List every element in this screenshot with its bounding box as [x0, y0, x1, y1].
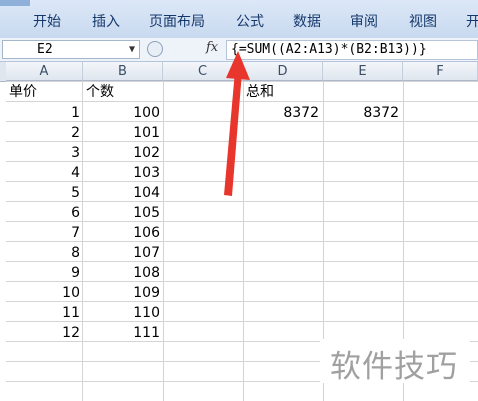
cell-e2[interactable]: 8372 — [323, 103, 399, 123]
watermark: 软件技巧 — [320, 339, 470, 385]
gridline — [243, 81, 244, 401]
formula-bar: E2 ▼ fx {=SUM((A2:A13)*(B2:B13))} — [0, 38, 478, 62]
cell-a3[interactable]: 2 — [6, 123, 80, 143]
cell-b8[interactable]: 106 — [83, 223, 160, 243]
cell-a8[interactable]: 7 — [6, 223, 80, 243]
cell-b3[interactable]: 101 — [83, 123, 160, 143]
cell-a7[interactable]: 6 — [6, 203, 80, 223]
cell-b6[interactable]: 104 — [83, 183, 160, 203]
watermark-text: 软件技巧 — [330, 349, 458, 385]
tab-insert[interactable]: 插入 — [92, 11, 120, 30]
quick-access-strip — [0, 0, 30, 6]
cell-b2[interactable]: 100 — [83, 103, 160, 123]
cell-b1[interactable]: 个数 — [86, 82, 114, 102]
cell-a9[interactable]: 8 — [6, 243, 80, 263]
gridline — [163, 81, 164, 401]
cell-b11[interactable]: 109 — [83, 283, 160, 303]
cell-a5[interactable]: 4 — [6, 163, 80, 183]
tab-view[interactable]: 视图 — [409, 11, 437, 30]
cell-a12[interactable]: 11 — [6, 303, 80, 323]
formula-bar-resize-icon[interactable] — [147, 41, 163, 57]
cell-a11[interactable]: 10 — [6, 283, 80, 303]
name-box[interactable]: E2 ▼ — [2, 40, 140, 59]
column-header-c[interactable]: C — [163, 62, 243, 81]
insert-function-icon[interactable]: fx — [206, 40, 218, 55]
column-header-b[interactable]: B — [83, 62, 163, 81]
column-header-e[interactable]: E — [323, 62, 403, 81]
cell-a6[interactable]: 5 — [6, 183, 80, 203]
cell-a2[interactable]: 1 — [6, 103, 80, 123]
chevron-down-icon[interactable]: ▼ — [129, 41, 135, 58]
cell-d1[interactable]: 总和 — [246, 82, 274, 102]
cell-b10[interactable]: 108 — [83, 263, 160, 283]
formula-input[interactable]: {=SUM((A2:A13)*(B2:B13))} — [226, 40, 478, 60]
tab-overflow[interactable]: 开 — [466, 11, 478, 30]
column-header-a[interactable]: A — [6, 62, 83, 81]
column-header-f[interactable]: F — [403, 62, 478, 81]
cell-a10[interactable]: 9 — [6, 263, 80, 283]
column-header-d[interactable]: D — [243, 62, 323, 81]
cell-b4[interactable]: 102 — [83, 143, 160, 163]
tab-review[interactable]: 审阅 — [350, 11, 378, 30]
ribbon-tab-bar: 开始 插入 页面布局 公式 数据 审阅 视图 开 — [0, 0, 478, 39]
tab-data[interactable]: 数据 — [293, 11, 321, 30]
cell-a4[interactable]: 3 — [6, 143, 80, 163]
cell-b13[interactable]: 111 — [83, 323, 160, 343]
tab-home[interactable]: 开始 — [33, 11, 61, 30]
cell-b12[interactable]: 110 — [83, 303, 160, 323]
formula-text: {=SUM((A2:A13)*(B2:B13))} — [231, 42, 427, 57]
tab-formulas[interactable]: 公式 — [236, 11, 264, 30]
name-box-value: E2 — [37, 42, 53, 57]
tab-page-layout[interactable]: 页面布局 — [149, 11, 205, 30]
cell-a1[interactable]: 单价 — [9, 82, 37, 102]
cell-a13[interactable]: 12 — [6, 323, 80, 343]
cell-d2[interactable]: 8372 — [243, 103, 319, 123]
cell-b9[interactable]: 107 — [83, 243, 160, 263]
cell-b5[interactable]: 103 — [83, 163, 160, 183]
cell-b7[interactable]: 105 — [83, 203, 160, 223]
